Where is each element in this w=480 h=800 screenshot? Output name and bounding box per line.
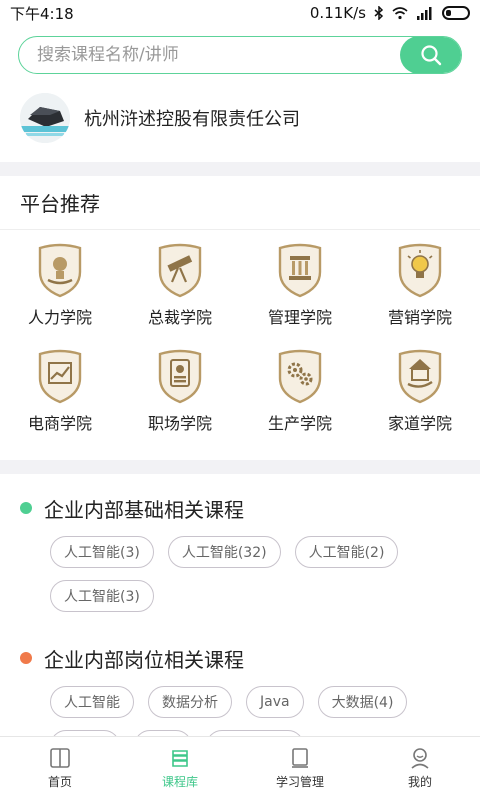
academy-management[interactable]: 管理学院 — [240, 242, 360, 348]
search-icon — [421, 45, 442, 66]
tab-label: 首页 — [47, 775, 72, 789]
gears-icon — [278, 349, 322, 404]
basic-courses-title: 企业内部基础相关课程 — [44, 497, 244, 522]
tab-course-library[interactable]: 课程库 — [120, 737, 240, 800]
academy-family[interactable]: 家道学院 — [360, 348, 480, 454]
basic-courses-header: 企业内部基础相关课程 — [0, 488, 480, 528]
book-icon — [50, 748, 70, 768]
network-speed: 0.11K/s — [309, 4, 366, 22]
search-button[interactable] — [400, 37, 461, 73]
academy-grid: 人力学院 总裁学院 管理学院 营销学院 电商学院 职场学院 生产学院 家道学院 — [0, 230, 480, 460]
notebook-icon — [292, 748, 308, 768]
academy-label: 总裁学院 — [147, 308, 212, 327]
wifi-icon — [392, 7, 408, 20]
course-tag[interactable]: 大数据(4) — [317, 686, 408, 718]
scale-icon — [278, 243, 322, 298]
basic-courses-tags: 人工智能(3) 人工智能(32) 人工智能(2) 人工智能(3) — [0, 528, 480, 612]
academy-label: 生产学院 — [267, 414, 332, 433]
green-dot-icon — [20, 502, 32, 514]
bottom-tab-bar: 首页 课程库 学习管理 我的 — [0, 736, 480, 800]
search-bar — [18, 36, 462, 74]
academy-ecommerce[interactable]: 电商学院 — [0, 348, 120, 454]
course-tag[interactable]: 数据分析 — [148, 686, 232, 718]
academy-label: 营销学院 — [387, 308, 452, 327]
academy-ceo[interactable]: 总裁学院 — [120, 242, 240, 348]
section-divider — [0, 460, 480, 474]
status-bar: 下午4:18 0.11K/s — [0, 0, 480, 26]
position-courses-title: 企业内部岗位相关课程 — [44, 647, 244, 672]
academy-label: 管理学院 — [267, 308, 332, 327]
company-row[interactable]: 杭州浒述控股有限责任公司 — [0, 74, 480, 162]
search-area — [0, 26, 480, 74]
academy-hr[interactable]: 人力学院 — [0, 242, 120, 348]
id-card-icon — [158, 349, 202, 404]
user-icon — [411, 748, 429, 769]
position-courses-header: 企业内部岗位相关课程 — [0, 638, 480, 678]
status-time: 下午4:18 — [10, 4, 74, 23]
lightbulb-icon — [398, 243, 442, 298]
academy-label: 人力学院 — [27, 308, 92, 327]
bluetooth-icon — [374, 6, 384, 20]
tab-mine[interactable]: 我的 — [360, 737, 480, 800]
company-logo — [20, 93, 70, 143]
house-hand-icon — [398, 349, 442, 404]
tab-learning-management[interactable]: 学习管理 — [240, 737, 360, 800]
orange-dot-icon — [20, 652, 32, 664]
library-icon — [172, 750, 188, 767]
course-tag[interactable]: Java — [246, 686, 304, 718]
search-input[interactable] — [19, 45, 400, 65]
course-tag[interactable]: 人工智能 — [50, 686, 134, 718]
course-tag[interactable]: 人工智能(3) — [50, 580, 154, 612]
section-divider — [0, 162, 480, 176]
trophy-hand-icon — [38, 243, 82, 298]
course-tag[interactable]: 人工智能(2) — [294, 536, 399, 568]
academy-label: 职场学院 — [147, 414, 212, 433]
battery-icon — [442, 6, 470, 20]
platform-title: 平台推荐 — [0, 176, 480, 230]
academy-marketing[interactable]: 营销学院 — [360, 242, 480, 348]
status-icons: 0.11K/s — [310, 4, 470, 22]
course-tag[interactable]: 人工智能(3) — [50, 536, 154, 568]
academy-production[interactable]: 生产学院 — [240, 348, 360, 454]
tab-label: 学习管理 — [275, 775, 324, 789]
telescope-icon — [158, 243, 202, 298]
basic-courses-section: 企业内部基础相关课程 人工智能(3) 人工智能(32) 人工智能(2) 人工智能… — [0, 474, 480, 612]
platform-section: 平台推荐 人力学院 总裁学院 管理学院 营销学院 电商学院 职场学院 生产学院 … — [0, 176, 480, 460]
signal-icon — [417, 7, 432, 20]
tab-label: 课程库 — [161, 775, 198, 789]
academy-label: 家道学院 — [387, 414, 452, 433]
company-name: 杭州浒述控股有限责任公司 — [84, 109, 300, 130]
academy-label: 电商学院 — [27, 414, 92, 433]
course-tag[interactable]: 人工智能(32) — [167, 536, 281, 568]
academy-workplace[interactable]: 职场学院 — [120, 348, 240, 454]
tab-home[interactable]: 首页 — [0, 737, 120, 800]
chart-icon — [38, 349, 82, 404]
tab-label: 我的 — [407, 775, 432, 789]
